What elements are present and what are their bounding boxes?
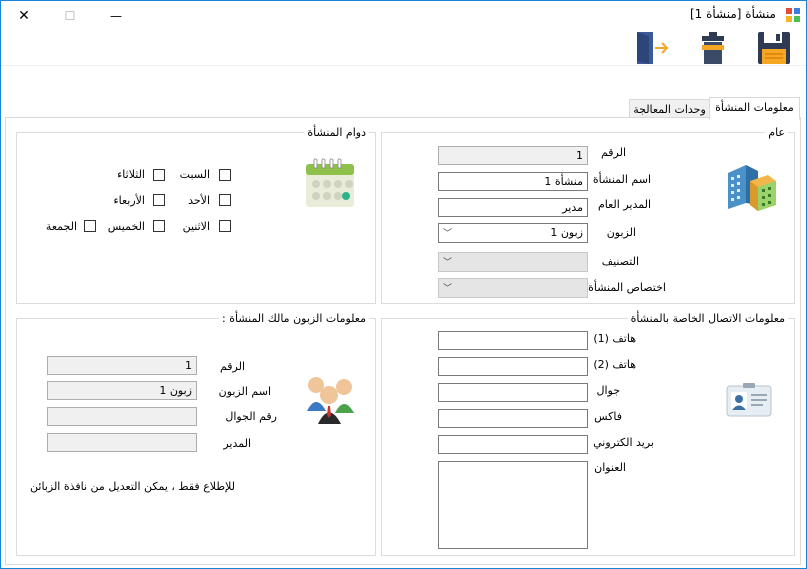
general-manager-label: المدير العام (597, 198, 651, 211)
owner-number-field[interactable]: 1 (47, 356, 197, 375)
phone2-label: هاتف (2) (593, 358, 636, 371)
main-window: ✕ ☐ — منشأة [منشأة 1] معلومات المنشأة وح… (0, 0, 807, 569)
minimize-button[interactable]: — (93, 1, 139, 31)
phone2-field[interactable] (438, 357, 588, 376)
general-group: عام الرقم 1 اسم المنشأة منشأة 1 المدير ا… (381, 126, 795, 304)
fax-field[interactable] (438, 409, 588, 428)
owner-manager-label: المدير (223, 437, 251, 450)
checkbox-day-6[interactable] (153, 220, 165, 232)
buildings-icon (728, 165, 776, 211)
address-label: العنوان (594, 461, 626, 474)
mobile-label: جوال (596, 384, 620, 397)
facility-name-field[interactable]: منشأة 1 (438, 172, 588, 191)
fax-label: فاكس (594, 410, 622, 423)
owner-mobile-label: رقم الجوال (225, 410, 277, 423)
email-field[interactable] (438, 435, 588, 454)
checkbox-day-7[interactable] (84, 220, 96, 232)
day-4-label: الثلاثاء (117, 168, 145, 181)
facility-name-label: اسم المنشأة (592, 173, 651, 186)
address-textarea[interactable] (438, 461, 588, 549)
day-7-label: الجمعة (45, 220, 77, 233)
owner-title: معلومات الزبون مالك المنشأة : (219, 312, 369, 325)
working-hours-title: دوام المنشأة (304, 126, 369, 139)
category-label: التصنيف (601, 255, 639, 268)
contact-title: معلومات الاتصال الخاصة بالمنشأة (627, 312, 788, 325)
facility-number-field[interactable]: 1 (438, 146, 588, 165)
contact-card-icon (726, 383, 772, 417)
chevron-down-icon: ﹀ (443, 284, 453, 294)
exit-icon[interactable] (635, 31, 669, 65)
app-icon (786, 8, 800, 22)
facility-number-label: الرقم (600, 146, 626, 159)
delete-icon[interactable] (696, 31, 730, 65)
tab-panel: عام الرقم 1 اسم المنشأة منشأة 1 المدير ا… (5, 117, 801, 565)
specialty-combo[interactable]: ﹀ (438, 278, 588, 298)
maximize-button[interactable]: ☐ (47, 1, 93, 31)
tab-facility-info[interactable]: معلومات المنشأة (709, 97, 800, 120)
checkbox-day-4[interactable] (153, 169, 165, 181)
owner-mobile-field[interactable] (47, 407, 197, 426)
customer-label: الزبون (606, 226, 636, 239)
day-3-label: الاثنين (182, 220, 210, 233)
owner-manager-field[interactable] (47, 433, 197, 452)
owner-name-field[interactable]: زبون 1 (47, 381, 197, 400)
checkbox-day-3[interactable] (219, 220, 231, 232)
checkbox-day-2[interactable] (219, 194, 231, 206)
toolbar-separator (1, 65, 806, 66)
read-only-note: للإطلاع فقط ، يمكن التعديل من نافذة الزب… (30, 480, 235, 493)
day-1-label: السبت (179, 168, 210, 181)
users-icon (307, 377, 354, 424)
category-combo[interactable]: ﹀ (438, 252, 588, 272)
general-title: عام (765, 126, 788, 139)
window-title: منشأة [منشأة 1] (689, 7, 776, 21)
working-hours-group: دوام المنشأة السبت الأحد الاثنين الثلاثا… (16, 126, 376, 304)
owner-name-label: اسم الزبون (218, 385, 271, 398)
calendar-icon (306, 158, 354, 207)
general-manager-field[interactable]: مدير (438, 198, 588, 217)
day-2-label: الأحد (188, 194, 210, 207)
owner-group: معلومات الزبون مالك المنشأة : الرقم 1 اس… (16, 312, 376, 556)
chevron-down-icon: ﹀ (443, 229, 453, 239)
customer-combo[interactable]: زبون 1 ﹀ (438, 223, 588, 243)
email-label: بريد الكتروني (593, 436, 654, 449)
day-6-label: الخميس (107, 220, 145, 233)
specialty-label: اختصاص المنشأة (588, 281, 666, 294)
close-button[interactable]: ✕ (1, 1, 47, 31)
phone1-label: هاتف (1) (593, 332, 636, 345)
save-icon[interactable] (757, 31, 791, 65)
customer-combo-value: زبون 1 (550, 226, 583, 239)
checkbox-day-5[interactable] (153, 194, 165, 206)
owner-number-label: الرقم (219, 360, 245, 373)
contact-group: معلومات الاتصال الخاصة بالمنشأة هاتف (1)… (381, 312, 795, 556)
chevron-down-icon: ﹀ (443, 258, 453, 268)
phone1-field[interactable] (438, 331, 588, 350)
day-5-label: الأربعاء (113, 194, 145, 207)
mobile-field[interactable] (438, 383, 588, 402)
checkbox-day-1[interactable] (219, 169, 231, 181)
title-bar: ✕ ☐ — منشأة [منشأة 1] (1, 1, 806, 31)
